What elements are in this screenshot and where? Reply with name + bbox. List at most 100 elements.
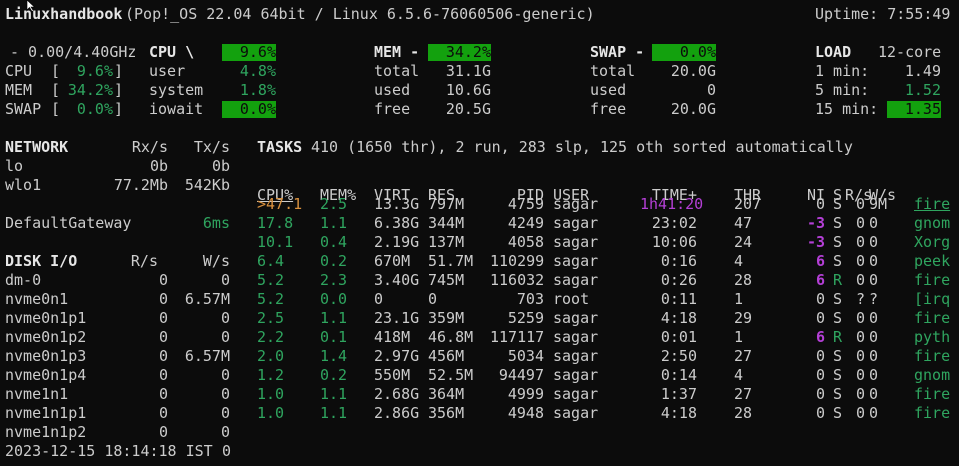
process-mem: 0.2 bbox=[320, 252, 348, 270]
process-s: S bbox=[833, 233, 843, 251]
process-thr: 24 bbox=[734, 233, 753, 251]
disk-name: nvme0n1p4 bbox=[5, 366, 87, 384]
process-ws: 9M bbox=[869, 195, 888, 213]
process-pid: 116032 bbox=[490, 271, 545, 289]
process-s: S bbox=[833, 309, 843, 327]
process-mem: 1.4 bbox=[320, 347, 348, 365]
process-virt: 550M bbox=[374, 366, 411, 384]
process-time: 23:02 bbox=[651, 214, 697, 232]
process-time: 4:18 bbox=[660, 309, 697, 327]
swap-percent: 0.0% bbox=[679, 43, 716, 61]
process-user: sagar bbox=[553, 385, 599, 403]
disk-title: DISK I/O bbox=[5, 252, 78, 270]
disk-write-header: W/s bbox=[202, 252, 230, 270]
process-pid: 703 bbox=[516, 290, 544, 308]
process-ni: 0 bbox=[815, 309, 825, 327]
process-pid: 4058 bbox=[507, 233, 544, 251]
system-info: (Pop!_OS 22.04 64bit / Linux 6.5.6-76060… bbox=[125, 5, 595, 23]
process-res: 52.5M bbox=[428, 366, 474, 384]
process-ws: 0 bbox=[869, 214, 879, 232]
process-s: R bbox=[833, 271, 843, 289]
network-tx: 0b bbox=[211, 157, 230, 175]
process-user: sagar bbox=[553, 195, 599, 213]
process-user: root bbox=[553, 290, 590, 308]
process-s: S bbox=[833, 404, 843, 422]
process-mem: 2.5 bbox=[320, 195, 348, 213]
mem-stat-label: total bbox=[374, 62, 420, 80]
mem-stat-value: 31.1G bbox=[445, 62, 491, 80]
disk-name: nvme0n1p3 bbox=[5, 347, 87, 365]
process-res: 46.8M bbox=[428, 328, 474, 346]
process-user: sagar bbox=[553, 214, 599, 232]
load-value: 1.52 bbox=[904, 81, 941, 99]
load-value: 1.49 bbox=[904, 62, 941, 80]
process-time: 2:50 bbox=[660, 347, 697, 365]
cpu-stat-value: 0.0% bbox=[239, 100, 276, 118]
process-cpu: 6.4 bbox=[257, 252, 285, 270]
bracket-close: ] bbox=[114, 62, 124, 80]
process-thr: 1 bbox=[734, 328, 744, 346]
swap-stat-value: 20.0G bbox=[670, 100, 716, 118]
process-command: peek bbox=[914, 252, 951, 270]
process-command: Xorg bbox=[914, 233, 951, 251]
network-interface: wlo1 bbox=[5, 176, 42, 194]
process-time: 0:26 bbox=[660, 271, 697, 289]
network-rx: 77.2Mb bbox=[113, 176, 168, 194]
process-ni: 6 bbox=[815, 271, 825, 289]
quicklook-label: CPU bbox=[5, 62, 33, 80]
process-thr: 29 bbox=[734, 309, 753, 327]
network-tx: 542Kb bbox=[184, 176, 230, 194]
mem-stat-value: 20.5G bbox=[445, 100, 491, 118]
bracket-close: ] bbox=[114, 100, 124, 118]
process-cpu: 2.2 bbox=[257, 328, 285, 346]
process-command: [irq bbox=[914, 290, 951, 308]
process-pid: 5259 bbox=[507, 309, 544, 327]
process-ni: 0 bbox=[815, 347, 825, 365]
disk-name: nvme1n1p2 bbox=[5, 423, 87, 441]
process-ws: 0 bbox=[869, 271, 879, 289]
process-virt: 6.38G bbox=[374, 214, 420, 232]
process-pid: 94497 bbox=[498, 366, 544, 384]
process-ws: 0 bbox=[869, 347, 879, 365]
process-cpu: 17.8 bbox=[257, 214, 294, 232]
disk-write: 6.57M bbox=[184, 290, 230, 308]
process-thr: 28 bbox=[734, 404, 753, 422]
process-mem: 1.1 bbox=[320, 404, 348, 422]
swap-stat-label: free bbox=[590, 100, 627, 118]
process-ni: 0 bbox=[815, 290, 825, 308]
disk-write: 0 bbox=[220, 404, 230, 422]
process-time: 4:18 bbox=[660, 404, 697, 422]
process-command: gnom bbox=[914, 366, 951, 384]
disk-name: nvme0n1p1 bbox=[5, 309, 87, 327]
process-ws: 0 bbox=[869, 233, 879, 251]
process-rs: 0 bbox=[855, 214, 865, 232]
process-ws: 0 bbox=[869, 404, 879, 422]
tasks-summary: 410 (1650 thr), 2 run, 283 slp, 125 oth … bbox=[311, 138, 853, 156]
process-ni: 0 bbox=[815, 366, 825, 384]
process-command: fire bbox=[914, 195, 951, 213]
disk-write: 0 bbox=[220, 366, 230, 384]
disk-name: nvme1n1 bbox=[5, 385, 69, 403]
process-pid: 117117 bbox=[490, 328, 545, 346]
process-command: fire bbox=[914, 347, 951, 365]
disk-write: 0 bbox=[220, 328, 230, 346]
process-rs: 0 bbox=[855, 195, 865, 213]
swap-stat-value: 0 bbox=[706, 81, 716, 99]
process-user: sagar bbox=[553, 233, 599, 251]
disk-name: nvme0n1p2 bbox=[5, 328, 87, 346]
bracket-close: ] bbox=[114, 81, 124, 99]
process-ni: 0 bbox=[815, 385, 825, 403]
process-ni: 0 bbox=[815, 404, 825, 422]
process-ws: ? bbox=[869, 290, 879, 308]
process-cpu: 1.2 bbox=[257, 366, 285, 384]
swap-stat-value: 20.0G bbox=[670, 62, 716, 80]
quicklook-value: 0.0% bbox=[76, 100, 113, 118]
load-label: 5 min: bbox=[815, 81, 870, 99]
process-pid: 4759 bbox=[507, 195, 544, 213]
process-cpu: >47.1 bbox=[257, 195, 303, 213]
process-res: 797M bbox=[428, 195, 465, 213]
process-cpu: 1.0 bbox=[257, 404, 285, 422]
process-ws: 0 bbox=[869, 328, 879, 346]
disk-name: dm-0 bbox=[5, 271, 42, 289]
cpu-stat-label: iowait bbox=[149, 100, 204, 118]
